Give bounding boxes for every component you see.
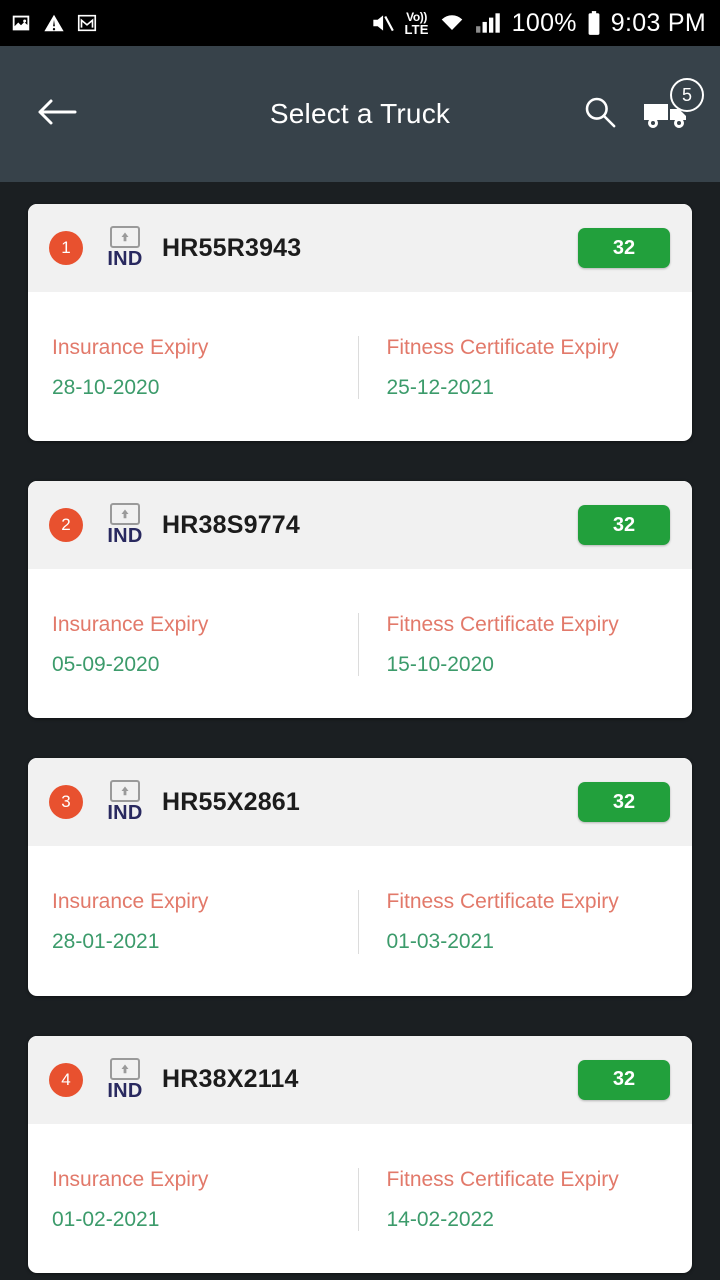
insurance-expiry-label: Insurance Expiry	[52, 613, 209, 637]
truck-card-header: 4 IND HR38X2114 32	[28, 1035, 692, 1124]
insurance-expiry-value: 05-09-2020	[52, 653, 160, 677]
back-button[interactable]	[34, 91, 80, 137]
truck-plate-number: HR38S9774	[162, 510, 301, 539]
app-bar-actions: 5	[582, 78, 704, 138]
insurance-column: Insurance Expiry 01-02-2021	[28, 1168, 358, 1231]
insurance-column: Insurance Expiry 28-01-2021	[28, 890, 358, 953]
volte-top-label: Vo))	[406, 9, 427, 24]
fitness-expiry-value: 01-03-2021	[386, 930, 494, 954]
truck-card[interactable]: 3 IND HR55X2861 32 Insurance Expiry 28-0…	[28, 758, 692, 996]
app-bar: Select a Truck 5	[0, 46, 720, 182]
truck-capacity-badge: 32	[578, 228, 670, 268]
truck-card-body: Insurance Expiry 01-02-2021 Fitness Cert…	[28, 1124, 692, 1273]
truck-index-badge: 2	[49, 508, 83, 543]
truck-card-body: Insurance Expiry 28-01-2021 Fitness Cert…	[28, 846, 692, 995]
truck-count-badge: 5	[670, 78, 704, 112]
insurance-column: Insurance Expiry 28-10-2020	[28, 336, 358, 399]
ind-label: IND	[107, 525, 143, 548]
wifi-icon	[438, 10, 466, 36]
truck-index-badge: 3	[49, 785, 83, 820]
insurance-expiry-label: Insurance Expiry	[52, 336, 209, 359]
insurance-expiry-label: Insurance Expiry	[52, 890, 209, 914]
truck-card-body: Insurance Expiry 05-09-2020 Fitness Cert…	[28, 569, 692, 718]
truck-card[interactable]: 4 IND HR38X2114 32 Insurance Expiry 01-0…	[28, 1035, 692, 1273]
signal-icon	[475, 10, 503, 36]
insurance-expiry-label: Insurance Expiry	[52, 1167, 209, 1191]
truck-card-header: 1 IND HR55R3943 32	[28, 204, 692, 292]
search-button[interactable]	[582, 94, 618, 135]
ind-plate-icon: IND	[98, 226, 152, 270]
truck-capacity-badge: 32	[578, 782, 670, 823]
status-bar-left	[10, 12, 98, 34]
status-bar-right: Vo)) LTE 100% 9:03 PM	[369, 10, 706, 36]
arrow-left-icon	[36, 96, 78, 133]
truck-plate-number: HR55R3943	[162, 233, 302, 262]
truck-cart-button[interactable]: 5	[640, 78, 704, 138]
fitness-expiry-value: 14-02-2022	[386, 1207, 494, 1231]
plate-arrow-icon	[110, 1057, 140, 1080]
mute-icon	[369, 10, 395, 36]
ind-plate-icon: IND	[98, 780, 152, 824]
warning-icon	[43, 12, 65, 34]
truck-list: 1 IND HR55R3943 32 Insurance Expiry 28-1…	[0, 182, 720, 1280]
truck-capacity-badge: 32	[578, 505, 670, 546]
truck-card[interactable]: 1 IND HR55R3943 32 Insurance Expiry 28-1…	[28, 204, 692, 442]
fitness-column: Fitness Certificate Expiry 14-02-2022	[357, 1167, 693, 1231]
plate-arrow-icon	[110, 226, 140, 248]
fitness-expiry-value: 25-12-2021	[386, 376, 494, 400]
status-bar: Vo)) LTE 100% 9:03 PM	[0, 0, 720, 46]
ind-plate-icon: IND	[98, 1057, 152, 1102]
insurance-expiry-value: 01-02-2021	[52, 1207, 160, 1231]
search-icon	[582, 97, 618, 134]
fitness-expiry-label: Fitness Certificate Expiry	[386, 613, 619, 637]
truck-card-header: 3 IND HR55X2861 32	[28, 758, 692, 847]
truck-index-badge: 1	[49, 231, 83, 265]
fitness-expiry-label: Fitness Certificate Expiry	[386, 890, 619, 914]
ind-label: IND	[107, 802, 143, 825]
fitness-expiry-value: 15-10-2020	[386, 653, 494, 677]
gmail-icon	[76, 12, 98, 34]
fitness-column: Fitness Certificate Expiry 15-10-2020	[357, 613, 693, 677]
clock-label: 9:03 PM	[610, 8, 706, 37]
truck-icon	[640, 104, 694, 138]
plate-arrow-icon	[110, 503, 140, 526]
plate-arrow-icon	[110, 780, 140, 803]
image-icon	[10, 12, 32, 34]
truck-card-body: Insurance Expiry 28-10-2020 Fitness Cert…	[28, 292, 692, 441]
ind-label: IND	[107, 248, 143, 270]
insurance-expiry-value: 28-10-2020	[52, 376, 160, 400]
fitness-expiry-label: Fitness Certificate Expiry	[386, 336, 619, 359]
ind-label: IND	[107, 1079, 143, 1102]
insurance-column: Insurance Expiry 05-09-2020	[28, 613, 358, 676]
volte-bottom-label: LTE	[404, 21, 429, 37]
truck-card-header: 2 IND HR38S9774 32	[28, 481, 692, 570]
truck-plate-number: HR38X2114	[162, 1065, 299, 1094]
truck-plate-number: HR55X2861	[162, 787, 301, 816]
insurance-expiry-value: 28-01-2021	[52, 930, 160, 954]
fitness-column: Fitness Certificate Expiry 25-12-2021	[357, 336, 693, 400]
truck-card[interactable]: 2 IND HR38S9774 32 Insurance Expiry 05-0…	[28, 481, 692, 719]
fitness-expiry-label: Fitness Certificate Expiry	[386, 1167, 619, 1191]
truck-index-badge: 4	[49, 1062, 83, 1097]
ind-plate-icon: IND	[98, 503, 152, 547]
fitness-column: Fitness Certificate Expiry 01-03-2021	[357, 890, 693, 954]
battery-percent-label: 100%	[511, 8, 577, 37]
battery-icon	[586, 10, 602, 36]
truck-capacity-badge: 32	[578, 1059, 670, 1100]
volte-icon: Vo)) LTE	[404, 11, 428, 36]
